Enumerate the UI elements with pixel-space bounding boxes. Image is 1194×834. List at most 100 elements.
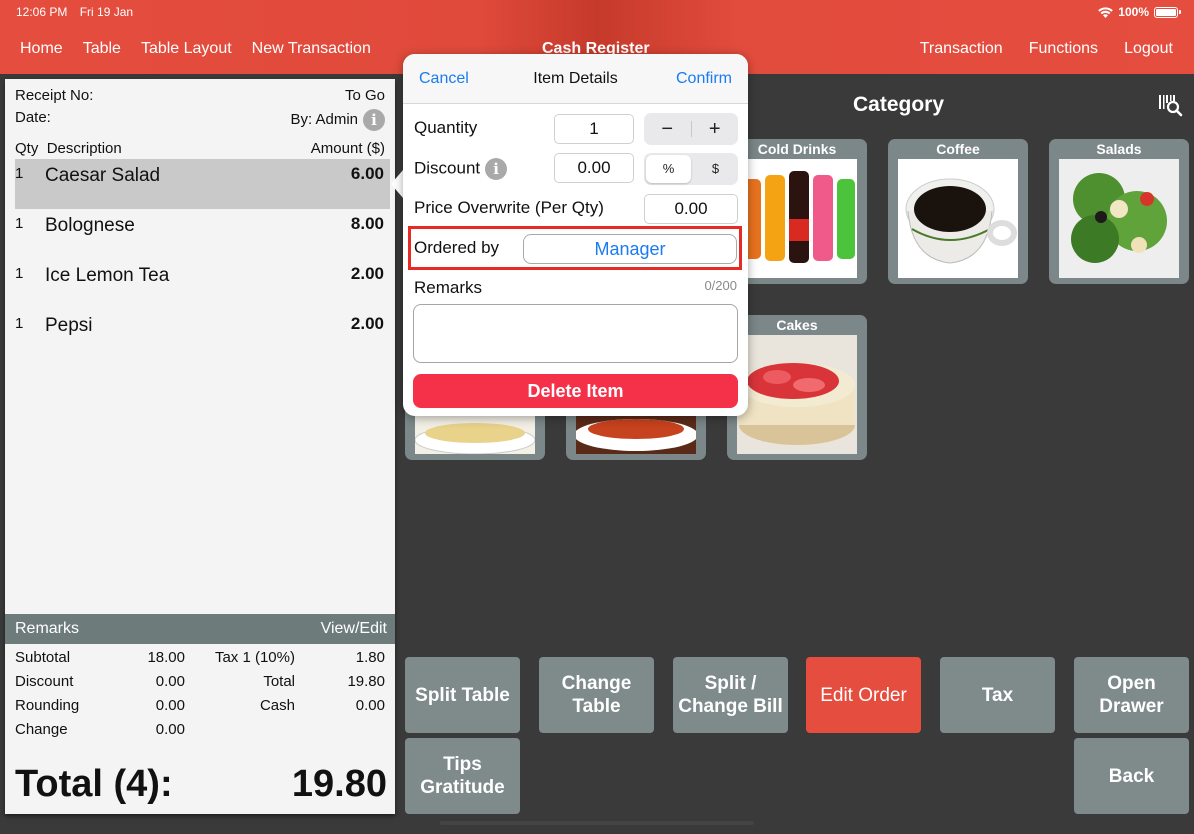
coffee-image <box>898 159 1018 278</box>
col-description: Description <box>46 140 122 157</box>
nav-left: Home Table Table Layout New Transaction <box>20 40 371 58</box>
item-description: Bolognese <box>45 215 135 236</box>
discount-type-toggle: % $ <box>644 153 738 185</box>
total-value: 19.80 <box>347 673 385 690</box>
tax-value: 1.80 <box>355 649 385 666</box>
price-overwrite-field[interactable]: 0.00 <box>644 194 738 224</box>
col-amount: Amount ($) <box>310 140 385 157</box>
back-button[interactable]: Back <box>1074 738 1189 814</box>
nav-transaction[interactable]: Transaction <box>920 40 1003 58</box>
column-headers: Qty Description Amount ($) <box>15 140 385 157</box>
status-time: 12:06 PM <box>16 5 68 19</box>
category-tile-coffee[interactable]: Coffee <box>888 139 1028 284</box>
home-indicator[interactable] <box>440 821 754 825</box>
discount-label-text: Discount <box>414 158 481 178</box>
item-list: 1 Caesar Salad 6.00 1 Bolognese 8.00 1 I… <box>15 159 390 359</box>
remarks-label: Remarks <box>414 278 483 297</box>
item-amount: 6.00 <box>350 164 384 183</box>
grand-total: Total (4): 19.80 <box>15 763 387 806</box>
nav-logout[interactable]: Logout <box>1124 40 1173 58</box>
receipt-panel: Receipt No: To Go Date: By: Admin i Qty D… <box>5 79 395 814</box>
subtotal-label: Subtotal <box>15 649 71 666</box>
info-icon[interactable]: i <box>363 109 385 131</box>
barcode-search-icon[interactable] <box>1158 93 1184 117</box>
nav-right: Transaction Functions Logout <box>920 40 1173 58</box>
change-value: 0.00 <box>155 721 185 738</box>
tax-button[interactable]: Tax <box>940 657 1055 733</box>
nav-functions[interactable]: Functions <box>1029 40 1098 58</box>
price-overwrite-label: Price Overwrite (Per Qty) <box>414 198 604 217</box>
tips-gratitude-button[interactable]: Tips Gratitude <box>405 738 520 814</box>
tax-label: Tax 1 (10%) <box>214 649 295 666</box>
item-description: Ice Lemon Tea <box>45 265 170 286</box>
item-details-popup: Cancel Item Details Confirm Quantity 1 −… <box>403 54 748 416</box>
discount-info-icon[interactable]: i <box>485 158 508 180</box>
nav-table-layout[interactable]: Table Layout <box>141 40 232 58</box>
percent-option[interactable]: % <box>646 155 691 183</box>
confirm-button[interactable]: Confirm <box>676 70 732 88</box>
rounding-label: Rounding <box>15 697 80 714</box>
tile-label: Cakes <box>776 317 818 333</box>
receipt-no-label: Receipt No: <box>15 87 94 104</box>
cash-label: Cash <box>259 697 295 714</box>
by-user-text: By: Admin <box>290 110 358 128</box>
rounding-value: 0.00 <box>155 697 185 714</box>
item-qty: 1 <box>15 165 24 182</box>
category-tile-cold-drinks[interactable]: Cold Drinks <box>727 139 867 284</box>
wifi-icon <box>1098 6 1114 18</box>
list-item[interactable]: 1 Pepsi 2.00 <box>15 309 390 359</box>
discount-label: Discount <box>15 673 74 690</box>
split-change-bill-button[interactable]: Split / Change Bill <box>673 657 788 733</box>
category-title: Category <box>853 93 945 116</box>
list-item[interactable]: 1 Bolognese 8.00 <box>15 209 390 259</box>
nav-home[interactable]: Home <box>20 40 63 58</box>
grand-total-value: 19.80 <box>291 763 387 805</box>
remarks-bar[interactable]: Remarks View/Edit <box>5 614 395 644</box>
plus-button[interactable]: + <box>692 115 739 143</box>
item-amount: 2.00 <box>350 314 384 333</box>
status-bar-right: 100% <box>1098 5 1181 19</box>
discount-label: Discount i <box>414 158 508 180</box>
receipt-no-row: Receipt No: To Go <box>15 87 385 104</box>
change-label: Change <box>15 721 68 738</box>
nav-table[interactable]: Table <box>83 40 121 58</box>
category-tile-salads[interactable]: Salads <box>1049 139 1189 284</box>
popover-arrow <box>391 170 403 198</box>
order-type: To Go <box>344 87 385 104</box>
list-item[interactable]: 1 Caesar Salad 6.00 <box>15 159 390 209</box>
change-table-button[interactable]: Change Table <box>539 657 654 733</box>
ordered-by-label: Ordered by <box>414 238 500 257</box>
date-row: Date: By: Admin i <box>15 109 385 131</box>
col-qty: Qty <box>15 140 39 157</box>
category-tile-cakes[interactable]: Cakes <box>727 315 867 460</box>
battery-percent: 100% <box>1118 5 1149 19</box>
discount-value: 0.00 <box>155 673 185 690</box>
popup-header: Cancel Item Details Confirm <box>403 54 748 104</box>
split-table-button[interactable]: Split Table <box>405 657 520 733</box>
delete-item-button[interactable]: Delete Item <box>413 374 738 408</box>
tile-label: Salads <box>1096 141 1142 157</box>
list-item[interactable]: 1 Ice Lemon Tea 2.00 <box>15 259 390 309</box>
quantity-stepper: − + <box>644 113 738 145</box>
item-qty: 1 <box>15 315 24 332</box>
minus-button[interactable]: − <box>644 115 691 143</box>
edit-order-button[interactable]: Edit Order <box>806 657 921 733</box>
discount-field[interactable]: 0.00 <box>554 153 634 183</box>
total-label: Total <box>263 673 295 690</box>
quantity-field[interactable]: 1 <box>554 114 634 144</box>
date-label: Date: <box>15 109 51 126</box>
open-drawer-button[interactable]: Open Drawer <box>1074 657 1189 733</box>
item-qty: 1 <box>15 265 24 282</box>
item-description: Caesar Salad <box>45 165 161 186</box>
view-edit-link[interactable]: View/Edit <box>321 620 387 638</box>
item-qty: 1 <box>15 215 24 232</box>
ordered-by-selector[interactable]: Manager <box>523 234 737 264</box>
nav-new-transaction[interactable]: New Transaction <box>252 40 371 58</box>
cash-value: 0.00 <box>355 697 385 714</box>
tile-label: Coffee <box>936 141 980 157</box>
item-description: Pepsi <box>45 315 93 336</box>
dollar-option[interactable]: $ <box>693 155 738 183</box>
remarks-label: Remarks <box>15 620 80 637</box>
cold-drinks-image <box>737 159 857 278</box>
remarks-textarea[interactable] <box>413 304 738 363</box>
